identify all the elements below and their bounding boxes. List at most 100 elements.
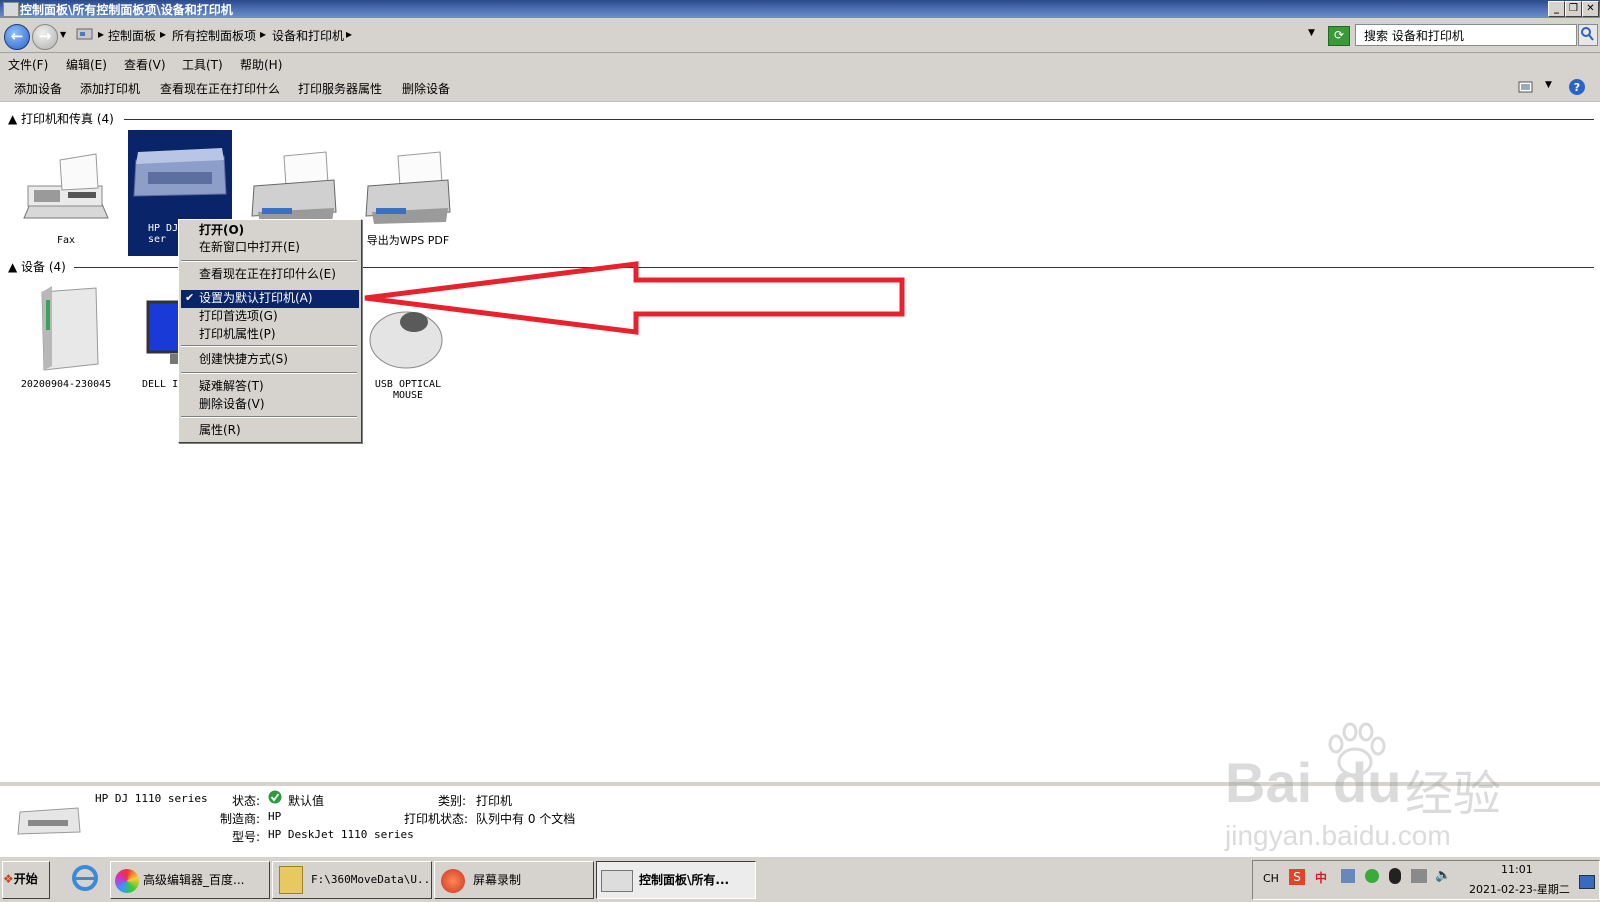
computer-tower-icon bbox=[41, 286, 99, 371]
collapse-icon[interactable]: ▲ bbox=[8, 260, 21, 274]
keyboard-icon[interactable] bbox=[1341, 869, 1355, 883]
view-dropdown-icon[interactable]: ▼ bbox=[1545, 80, 1552, 90]
title-bar[interactable]: 控制面板\所有控制面板项\设备和打印机 _ ❐ ✕ bbox=[0, 0, 1600, 18]
crumb-all-items[interactable]: 所有控制面板项 bbox=[172, 27, 256, 44]
inkjet-printer-icon bbox=[17, 807, 81, 835]
category-label: 类别: bbox=[438, 794, 467, 808]
printer-status-label: 打印机状态: bbox=[404, 812, 469, 826]
menu-see-printing[interactable]: 查看现在正在打印什么(E) bbox=[199, 266, 357, 283]
volume-icon[interactable]: 🔈 bbox=[1435, 868, 1451, 883]
menu-separator bbox=[181, 260, 357, 262]
fax-icon bbox=[23, 153, 109, 219]
device-label: USB OPTICAL MOUSE bbox=[374, 379, 442, 401]
device-computer[interactable]: 20200904-230045 bbox=[14, 282, 118, 390]
control-panel-small-icon bbox=[76, 28, 93, 40]
network-icon[interactable] bbox=[1411, 869, 1427, 883]
ie-icon[interactable] bbox=[70, 863, 100, 893]
group-devices-header[interactable]: ▲ 设备 (4) bbox=[8, 258, 66, 275]
remove-device-button[interactable]: 删除设备 bbox=[402, 80, 450, 97]
address-dropdown-icon[interactable]: ▼ bbox=[1308, 28, 1315, 38]
menu-tools[interactable]: 工具(T) bbox=[182, 56, 223, 73]
ime-indicator[interactable]: 中 bbox=[1315, 869, 1327, 886]
command-bar: 添加设备 添加打印机 查看现在正在打印什么 打印服务器属性 删除设备 ▼ ? bbox=[0, 73, 1600, 102]
sogou-icon[interactable]: S bbox=[1289, 869, 1305, 885]
menu-open[interactable]: 打开(O) bbox=[199, 222, 357, 239]
taskbar-explorer[interactable]: F:\360MoveData\U... bbox=[272, 861, 432, 899]
menu-set-default-printer[interactable]: 设置为默认打印机(A) bbox=[199, 290, 357, 307]
print-server-properties-button[interactable]: 打印服务器属性 bbox=[298, 80, 382, 97]
menu-create-shortcut[interactable]: 创建快捷方式(S) bbox=[199, 351, 357, 368]
menu-printing-preferences[interactable]: 打印首选项(G) bbox=[199, 308, 357, 325]
device-label: Fax bbox=[56, 235, 76, 246]
search-placeholder: 搜索 设备和打印机 bbox=[1364, 29, 1464, 43]
menu-bar: 文件(F) 编辑(E) 查看(V) 工具(T) 帮助(H) bbox=[0, 53, 1600, 73]
device-name: HP DJ 1110 series bbox=[95, 792, 208, 805]
clock-date[interactable]: 2021-02-23-星期二 bbox=[1469, 881, 1570, 897]
status-value: 默认值 bbox=[288, 794, 325, 808]
menu-printer-properties[interactable]: 打印机属性(P) bbox=[199, 326, 357, 343]
menu-view[interactable]: 查看(V) bbox=[124, 56, 166, 73]
language-indicator[interactable]: CH bbox=[1263, 872, 1279, 885]
add-device-button[interactable]: 添加设备 bbox=[14, 80, 62, 97]
device-fax[interactable]: Fax bbox=[14, 150, 118, 246]
menu-edit[interactable]: 编辑(E) bbox=[66, 56, 107, 73]
laser-printer-icon bbox=[251, 151, 337, 224]
device-wps-pdf[interactable]: 导出为WPS PDF bbox=[356, 150, 460, 246]
model-label: 型号: bbox=[232, 830, 261, 844]
taskbar-control-panel[interactable]: 控制面板\所有... bbox=[596, 861, 756, 899]
manufacturer-value: HP bbox=[268, 810, 282, 823]
taskbar-browser[interactable]: 高级编辑器_百度... bbox=[110, 861, 270, 899]
recorder-icon bbox=[441, 868, 465, 893]
control-panel-icon bbox=[3, 2, 19, 17]
menu-separator bbox=[181, 416, 357, 418]
minimize-button[interactable]: _ bbox=[1548, 1, 1565, 17]
taskbar-screen-recorder[interactable]: 屏幕录制 bbox=[434, 861, 594, 899]
forward-button[interactable]: → bbox=[32, 24, 58, 50]
printer-status-value: 队列中有 0 个文档 bbox=[476, 812, 576, 826]
menu-properties[interactable]: 属性(R) bbox=[199, 422, 357, 439]
baidu-jingyan-watermark: Bai du 经验 jingyan.baidu.com bbox=[1225, 720, 1555, 870]
annotation-arrow-icon bbox=[364, 261, 905, 335]
back-button[interactable]: ← bbox=[4, 24, 30, 50]
change-view-icon[interactable] bbox=[1518, 80, 1534, 94]
menu-remove-device[interactable]: 删除设备(V) bbox=[199, 396, 357, 413]
manufacturer-label: 制造商: bbox=[220, 812, 261, 826]
qq-icon[interactable] bbox=[1389, 868, 1401, 884]
menu-open-new-window[interactable]: 在新窗口中打开(E) bbox=[199, 239, 357, 256]
category-value: 打印机 bbox=[476, 794, 513, 808]
address-bar: ← → ▼ ▸ 控制面板 ▸ 所有控制面板项 ▸ 设备和打印机 ▸ ▼ ⟳ 搜索… bbox=[0, 18, 1600, 53]
show-desktop-icon[interactable] bbox=[1579, 875, 1595, 889]
device-label: 20200904-230045 bbox=[20, 379, 112, 390]
breadcrumb[interactable]: ▸ 控制面板 ▸ 所有控制面板项 ▸ 设备和打印机 ▸ ▼ bbox=[74, 23, 1315, 47]
device-label: 导出为WPS PDF bbox=[366, 234, 450, 247]
close-button[interactable]: ✕ bbox=[1582, 1, 1599, 17]
group-printers-header[interactable]: ▲ 打印机和传真 (4) bbox=[8, 110, 114, 127]
checkmark-icon: ✔ bbox=[185, 291, 195, 304]
search-icon[interactable] bbox=[1578, 24, 1598, 46]
context-menu: ✔ 打开(O) 在新窗口中打开(E) 查看现在正在打印什么(E) 设置为默认打印… bbox=[178, 219, 362, 443]
security-icon[interactable] bbox=[1365, 869, 1379, 883]
menu-separator bbox=[181, 372, 357, 374]
start-button[interactable]: ❖开始 bbox=[2, 861, 50, 899]
browser-icon bbox=[115, 868, 139, 893]
search-input[interactable]: 搜索 设备和打印机 bbox=[1355, 24, 1577, 46]
folder-icon bbox=[279, 866, 303, 894]
help-icon[interactable]: ? bbox=[1568, 78, 1586, 96]
inkjet-printer-icon bbox=[133, 148, 227, 197]
check-circle-icon bbox=[268, 790, 282, 804]
menu-file[interactable]: 文件(F) bbox=[8, 56, 48, 73]
svg-text:?: ? bbox=[1574, 81, 1580, 94]
collapse-icon[interactable]: ▲ bbox=[8, 112, 21, 126]
refresh-icon[interactable]: ⟳ bbox=[1328, 26, 1350, 46]
menu-troubleshoot[interactable]: 疑难解答(T) bbox=[199, 378, 357, 395]
menu-help[interactable]: 帮助(H) bbox=[240, 56, 282, 73]
crumb-control-panel[interactable]: 控制面板 bbox=[108, 27, 156, 44]
laser-printer-icon bbox=[365, 151, 451, 224]
add-printer-button[interactable]: 添加打印机 bbox=[80, 80, 140, 97]
maximize-button[interactable]: ❐ bbox=[1565, 1, 1582, 17]
menu-separator bbox=[181, 345, 357, 347]
windows-logo-icon: ❖ bbox=[3, 872, 14, 886]
see-whats-printing-button[interactable]: 查看现在正在打印什么 bbox=[160, 80, 280, 97]
recent-pages-chevron-icon[interactable]: ▼ bbox=[60, 30, 66, 39]
crumb-devices-printers[interactable]: 设备和打印机 bbox=[272, 27, 344, 44]
